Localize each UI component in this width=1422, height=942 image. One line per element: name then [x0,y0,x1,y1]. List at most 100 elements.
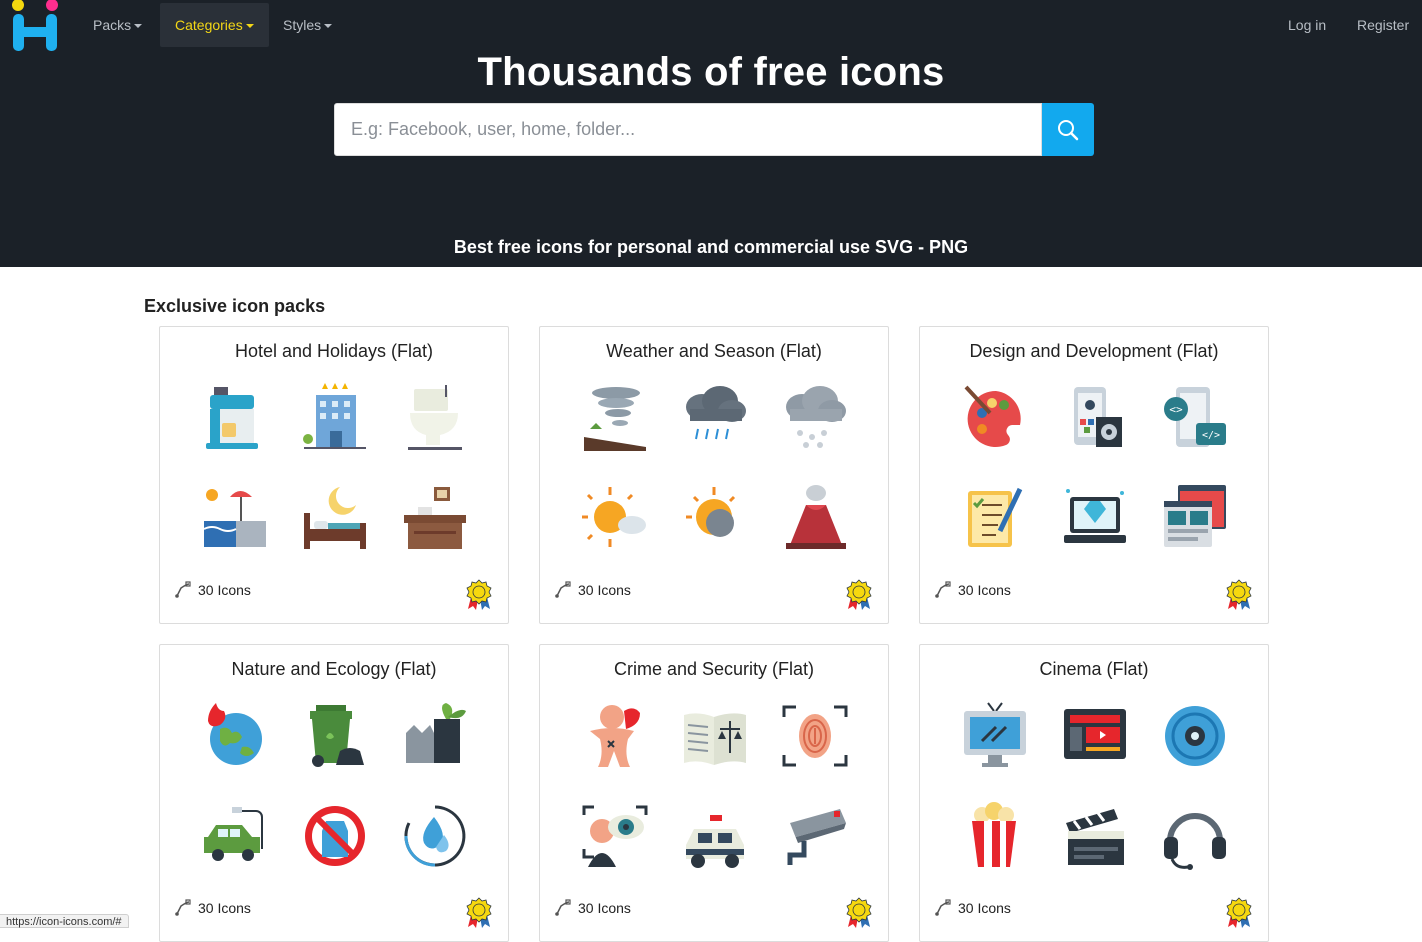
site-logo-icon[interactable] [10,0,62,52]
nav-categories-label: Categories [175,17,243,33]
section-title: Exclusive icon packs [144,296,326,316]
icon-preview-grid [580,701,850,881]
coffee-machine-icon[interactable] [200,383,270,453]
snow-cloud-icon[interactable] [780,383,850,453]
hero-header: Packs Categories Styles Log in Register … [0,0,1422,267]
popcorn-icon[interactable] [960,801,1030,871]
card-title: Crime and Security (Flat) [613,659,815,679]
icon-pack-card[interactable]: Crime and Security (Flat) 30 Icons [539,644,889,942]
vector-pen-icon [175,581,191,598]
icon-preview-grid [200,383,470,563]
icon-preview-grid [960,701,1230,881]
eclipse-icon[interactable] [680,483,750,553]
icon-count: 30 Icons [934,580,1011,600]
card-title: Cinema (Flat) [1039,659,1149,679]
icon-pack-card[interactable]: Hotel and Holidays (Flat) 30 Icons [159,326,509,624]
icon-count-label: 30 Icons [958,582,1011,598]
search-icon [1058,119,1079,140]
icon-count-label: 30 Icons [198,900,251,916]
icon-count-label: 30 Icons [198,582,251,598]
premium-award-icon [846,897,872,928]
icon-pack-card[interactable]: Cinema (Flat) 30 Icons [919,644,1269,942]
icon-preview-grid [580,383,850,563]
tv-screen-icon[interactable] [960,701,1030,771]
svg-text:</>: </> [1202,430,1220,441]
vector-pen-icon [935,581,951,598]
mobile-code-icon[interactable]: <> </> [1160,383,1230,453]
nav-packs[interactable]: Packs [93,3,143,47]
vector-pen-icon [935,899,951,916]
icon-count: 30 Icons [554,898,631,918]
mobile-settings-icon[interactable] [1060,383,1130,453]
icon-preview-grid [200,701,470,881]
burning-earth-icon[interactable] [200,701,270,771]
premium-award-icon [1226,897,1252,928]
card-title: Design and Development (Flat) [969,341,1219,361]
trash-bin-icon[interactable] [300,701,370,771]
no-plastic-icon[interactable] [300,801,370,871]
icon-pack-card[interactable]: Design and Development (Flat) <> </> 30 Ico… [919,326,1269,624]
search-input[interactable] [334,103,1042,156]
security-camera-icon[interactable] [780,801,850,871]
color-palette-icon[interactable] [960,383,1030,453]
icon-pack-card[interactable]: Nature and Ecology (Flat) 30 Icons [159,644,509,942]
vector-pen-icon [175,899,191,916]
page-title: Thousands of free icons [477,50,945,94]
checklist-pen-icon[interactable] [960,483,1030,553]
law-book-icon[interactable] [680,701,750,771]
web-layout-icon[interactable] [1160,483,1230,553]
toilet-icon[interactable] [400,383,470,453]
hero-subtitle: Best free icons for personal and commerc… [453,237,969,257]
nav-styles-label: Styles [283,17,322,33]
laptop-diamond-icon[interactable] [1060,483,1130,553]
electric-car-icon[interactable] [200,801,270,871]
headset-icon[interactable] [1160,801,1230,871]
volcano-icon[interactable] [780,483,850,553]
water-cycle-icon[interactable] [400,801,470,871]
voodoo-doll-icon[interactable] [580,701,650,771]
eye-scan-icon[interactable] [580,801,650,871]
login-link[interactable]: Log in [1288,3,1326,47]
premium-award-icon [1226,579,1252,610]
nav-packs-label: Packs [93,17,132,33]
sun-cloud-icon[interactable] [580,483,650,553]
video-editor-icon[interactable] [1060,701,1130,771]
vector-pen-icon [555,899,571,916]
tornado-icon[interactable] [580,383,650,453]
reception-desk-icon[interactable] [400,483,470,553]
card-title: Nature and Ecology (Flat) [231,659,437,679]
premium-award-icon [466,579,492,610]
caret-down-icon [134,24,143,29]
register-link[interactable]: Register [1357,3,1409,47]
rain-cloud-icon[interactable] [680,383,750,453]
search-button[interactable] [1042,103,1094,156]
caret-down-icon [245,24,254,29]
icon-count-label: 30 Icons [578,582,631,598]
factory-plant-icon[interactable] [400,701,470,771]
beach-pool-icon[interactable] [200,483,270,553]
icon-count-label: 30 Icons [958,900,1011,916]
icon-count: 30 Icons [554,580,631,600]
icon-count-label: 30 Icons [578,900,631,916]
police-car-icon[interactable] [680,801,750,871]
icon-pack-card[interactable]: Weather and Season (Flat) 30 Icons [539,326,889,624]
fingerprint-scan-icon[interactable] [780,701,850,771]
icon-count: 30 Icons [934,898,1011,918]
icon-preview-grid: <> </> [960,383,1230,563]
card-title: Weather and Season (Flat) [606,341,822,361]
hotel-building-icon[interactable] [300,383,370,453]
clapperboard-icon[interactable] [1060,801,1130,871]
nav-categories[interactable]: Categories [160,3,269,47]
premium-award-icon [466,897,492,928]
nav-styles[interactable]: Styles [283,3,333,47]
icon-count: 30 Icons [174,898,251,918]
film-reel-icon[interactable] [1160,701,1230,771]
svg-text:<>: <> [1169,403,1183,416]
vector-pen-icon [555,581,571,598]
search-bar [334,103,1094,156]
bed-night-icon[interactable] [300,483,370,553]
card-title: Hotel and Holidays (Flat) [234,341,434,361]
icon-count: 30 Icons [174,580,251,600]
premium-award-icon [846,579,872,610]
caret-down-icon [324,24,333,29]
